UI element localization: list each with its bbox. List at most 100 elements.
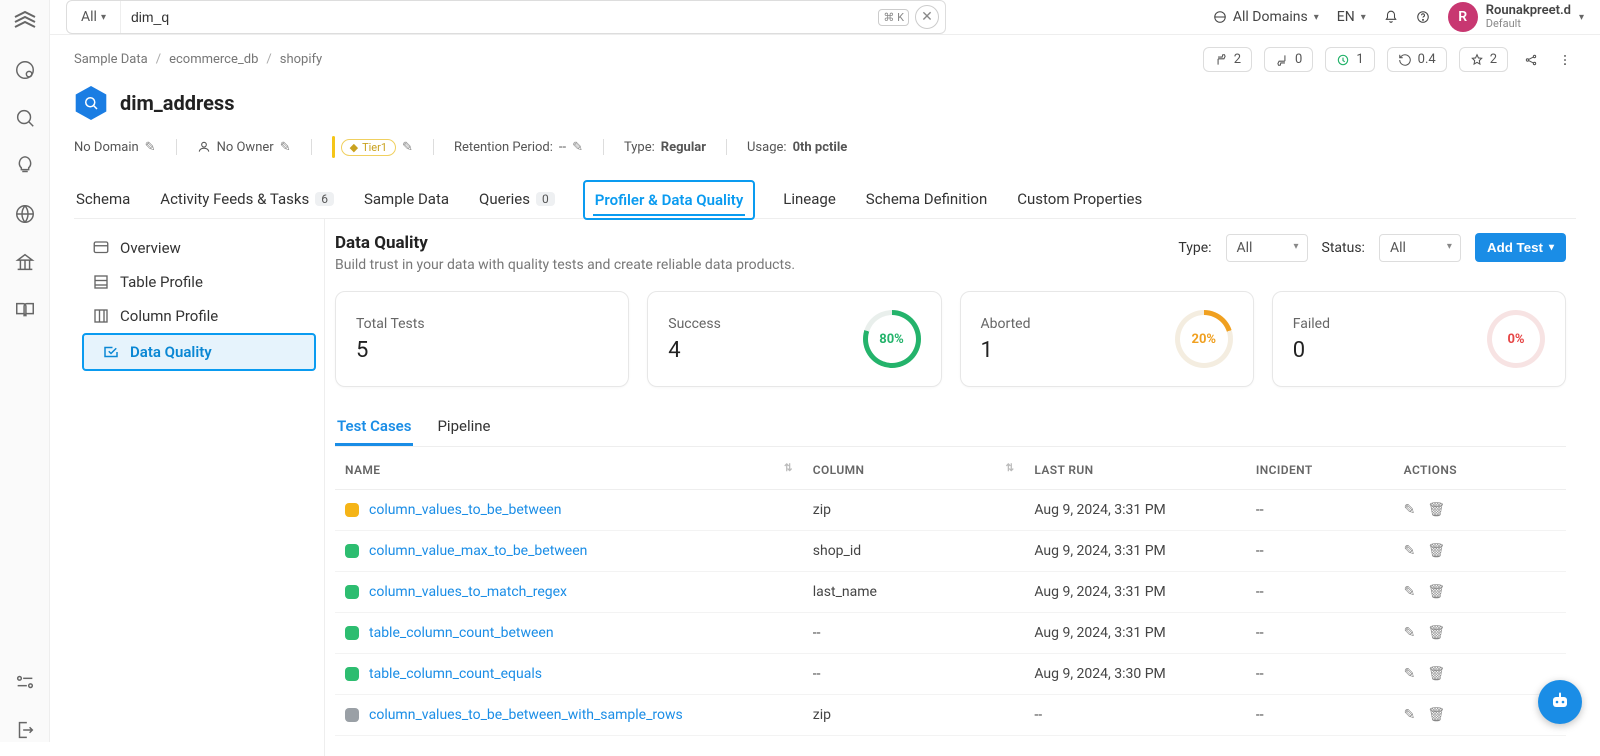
- test-name-link[interactable]: column_value_max_to_be_between: [369, 543, 587, 559]
- version-chip[interactable]: 0.4: [1387, 47, 1447, 72]
- incident-cell: --: [1246, 572, 1394, 613]
- sidebar-item-overview[interactable]: Overview: [74, 231, 324, 265]
- edit-icon[interactable]: ✎: [1404, 502, 1416, 518]
- tab-schema[interactable]: Schema: [74, 180, 132, 218]
- user-role: Default: [1486, 18, 1571, 30]
- add-test-button[interactable]: Add Test▾: [1475, 233, 1566, 262]
- tab-queries[interactable]: Queries0: [477, 180, 557, 218]
- help-icon[interactable]: [1416, 10, 1430, 24]
- entity-stats: 2 0 1 0.4 2: [1203, 47, 1576, 72]
- test-name-link[interactable]: table_column_count_equals: [369, 666, 542, 682]
- table-row: column_values_to_match_regexlast_nameAug…: [335, 572, 1566, 613]
- insights-icon[interactable]: [13, 154, 37, 178]
- table-row: column_value_max_to_be_betweenshop_idAug…: [335, 531, 1566, 572]
- globe-icon[interactable]: [13, 202, 37, 226]
- notifications-icon[interactable]: [1384, 10, 1398, 24]
- entity-meta: No Domain✎ No Owner✎ ◆Tier1✎ Retention P…: [74, 136, 1576, 158]
- task-chip[interactable]: 1: [1325, 47, 1374, 72]
- sidebar-item-data-quality[interactable]: Data Quality: [82, 333, 316, 371]
- tab-schema-def[interactable]: Schema Definition: [864, 180, 989, 218]
- test-name-link[interactable]: column_values_to_be_between: [369, 502, 561, 518]
- breadcrumb-item[interactable]: Sample Data: [74, 52, 148, 67]
- delete-icon[interactable]: 🗑: [1427, 707, 1445, 723]
- test-name-link[interactable]: column_values_to_be_between_with_sample_…: [369, 707, 683, 723]
- sidebar-item-table-profile[interactable]: Table Profile: [74, 265, 324, 299]
- usage-field: Usage:0th pctile: [747, 140, 847, 155]
- status-icon: [345, 503, 359, 517]
- test-name-link[interactable]: column_values_to_match_regex: [369, 584, 567, 600]
- lastrun-cell: Aug 9, 2024, 3:31 PM: [1024, 613, 1246, 654]
- explore-icon[interactable]: [13, 58, 37, 82]
- tab-custom-props[interactable]: Custom Properties: [1015, 180, 1144, 218]
- edit-icon[interactable]: ✎: [1404, 584, 1416, 600]
- test-name-link[interactable]: table_column_count_between: [369, 625, 554, 641]
- lastrun-cell: --: [1024, 695, 1246, 736]
- edit-icon[interactable]: ✎: [572, 140, 583, 155]
- delete-icon[interactable]: 🗑: [1427, 584, 1445, 600]
- delete-icon[interactable]: 🗑: [1427, 625, 1445, 641]
- tab-profiler[interactable]: Profiler & Data Quality: [583, 180, 756, 220]
- left-nav-rail: [0, 0, 50, 742]
- tab-lineage[interactable]: Lineage: [781, 180, 838, 218]
- thumbs-up-chip[interactable]: 2: [1203, 47, 1252, 72]
- logo-icon[interactable]: [13, 10, 37, 34]
- share-icon[interactable]: [1520, 49, 1542, 71]
- domain-field[interactable]: No Domain✎: [74, 140, 156, 155]
- lastrun-cell: Aug 9, 2024, 3:30 PM: [1024, 654, 1246, 695]
- glossary-icon[interactable]: [13, 298, 37, 322]
- clear-search-button[interactable]: ✕: [915, 5, 939, 29]
- sort-icon[interactable]: ⇅: [1006, 463, 1015, 474]
- thumbs-down-chip[interactable]: 0: [1264, 47, 1313, 72]
- breadcrumb-item[interactable]: ecommerce_db: [169, 52, 258, 67]
- edit-icon[interactable]: ✎: [1404, 543, 1416, 559]
- edit-icon[interactable]: ✎: [1404, 625, 1416, 641]
- user-name: Rounakpreet.d: [1486, 4, 1571, 18]
- status-icon: [345, 667, 359, 681]
- owner-field[interactable]: No Owner✎: [197, 140, 291, 155]
- governance-icon[interactable]: [13, 250, 37, 274]
- breadcrumb-item[interactable]: shopify: [280, 52, 322, 67]
- sort-icon[interactable]: ⇅: [784, 463, 793, 474]
- column-cell: --: [803, 613, 1025, 654]
- tab-sample-data[interactable]: Sample Data: [362, 180, 451, 218]
- search-nav-icon[interactable]: [13, 106, 37, 130]
- user-menu[interactable]: R Rounakpreet.d Default ▾: [1448, 2, 1584, 32]
- incident-cell: --: [1246, 490, 1394, 531]
- delete-icon[interactable]: 🗑: [1427, 502, 1445, 518]
- subtab-testcases[interactable]: Test Cases: [335, 409, 413, 446]
- settings-icon[interactable]: [13, 670, 37, 694]
- section-title: Data Quality: [335, 233, 795, 253]
- tab-activity[interactable]: Activity Feeds & Tasks6: [158, 180, 336, 218]
- aborted-card: Aborted1 20%: [960, 291, 1254, 387]
- testcases-table: NAME⇅ COLUMN⇅ LAST RUN INCIDENT ACTIONS …: [335, 451, 1566, 736]
- sidebar-item-column-profile[interactable]: Column Profile: [74, 299, 324, 333]
- incident-cell: --: [1246, 531, 1394, 572]
- table-row: table_column_count_equals--Aug 9, 2024, …: [335, 654, 1566, 695]
- retention-field[interactable]: Retention Period:--✎: [454, 140, 583, 155]
- status-icon: [345, 544, 359, 558]
- type-filter-dropdown[interactable]: All: [1226, 234, 1308, 262]
- edit-icon[interactable]: ✎: [145, 140, 156, 155]
- edit-icon[interactable]: ✎: [402, 140, 413, 155]
- delete-icon[interactable]: 🗑: [1427, 666, 1445, 682]
- entity-tabs: Schema Activity Feeds & Tasks6 Sample Da…: [74, 180, 1576, 219]
- edit-icon[interactable]: ✎: [280, 140, 291, 155]
- success-card: Success4 80%: [647, 291, 941, 387]
- star-chip[interactable]: 2: [1459, 47, 1508, 72]
- subtab-pipeline[interactable]: Pipeline: [435, 409, 492, 446]
- chat-fab-button[interactable]: [1538, 680, 1582, 724]
- type-filter-label: Type:: [1178, 240, 1211, 256]
- more-icon[interactable]: [1554, 49, 1576, 71]
- language-dropdown[interactable]: EN▾: [1337, 9, 1366, 25]
- tier-field[interactable]: ◆Tier1✎: [332, 136, 413, 158]
- search-input[interactable]: [121, 9, 878, 25]
- incident-cell: --: [1246, 613, 1394, 654]
- status-filter-dropdown[interactable]: All: [1379, 234, 1461, 262]
- delete-icon[interactable]: 🗑: [1427, 543, 1445, 559]
- edit-icon[interactable]: ✎: [1404, 666, 1416, 682]
- edit-icon[interactable]: ✎: [1404, 707, 1416, 723]
- profiler-subnav: Overview Table Profile Column Profile Da…: [74, 219, 324, 756]
- domains-dropdown[interactable]: All Domains▾: [1213, 9, 1319, 25]
- logout-icon[interactable]: [13, 718, 37, 742]
- search-scope-dropdown[interactable]: All▾: [67, 1, 121, 33]
